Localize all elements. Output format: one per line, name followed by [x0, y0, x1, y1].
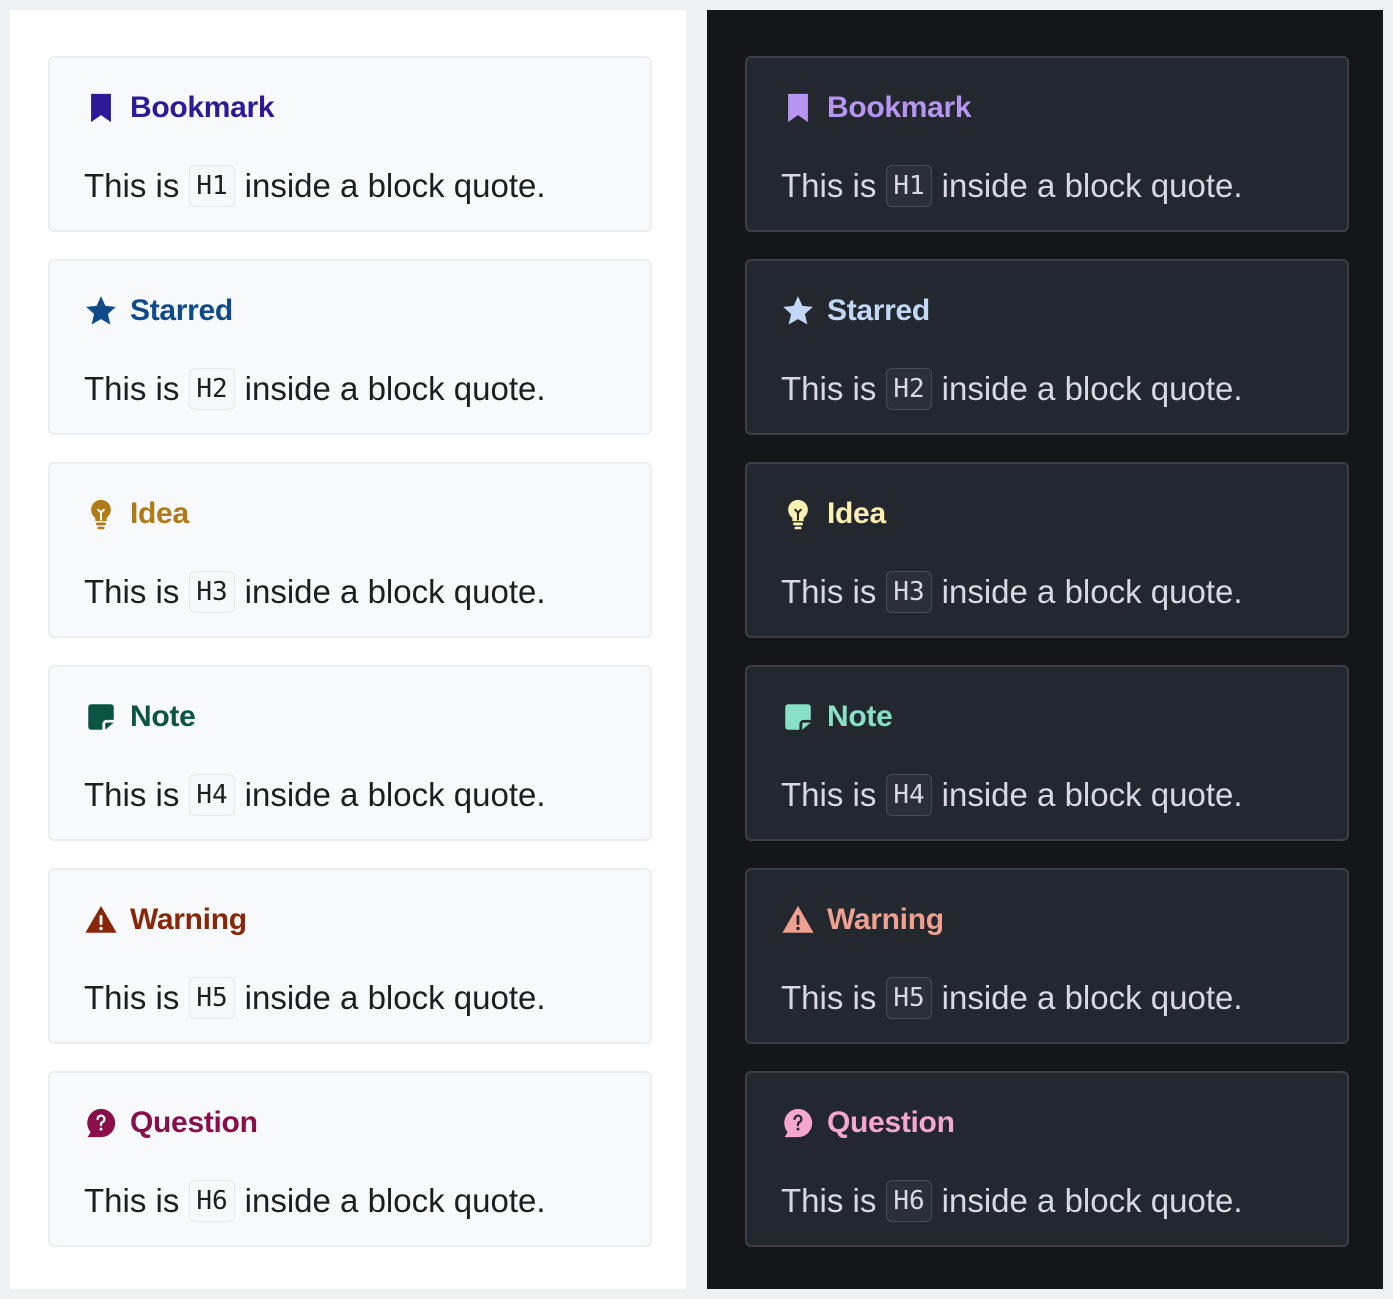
- callout-text-prefix: This is: [84, 776, 180, 813]
- callout-title: Warning: [827, 903, 944, 936]
- callout-body: This is H3 inside a block quote.: [84, 570, 546, 614]
- callout-text-suffix: inside a block quote.: [941, 1182, 1243, 1219]
- star-icon: [84, 294, 118, 328]
- callout-header: Note: [84, 697, 196, 737]
- callout-header: Bookmark: [781, 88, 972, 128]
- light-theme-panel: Bookmark This is H1 inside a block quote. …: [10, 10, 686, 1289]
- callout-text-suffix: inside a block quote.: [941, 573, 1243, 610]
- callout-title: Question: [827, 1106, 955, 1139]
- inline-code: H6: [886, 1180, 932, 1222]
- callout-text-suffix: inside a block quote.: [941, 370, 1243, 407]
- lightbulb-icon: [781, 497, 815, 531]
- callout-title: Starred: [130, 294, 233, 327]
- inline-code: H5: [189, 977, 235, 1019]
- callout-text-prefix: This is: [84, 1182, 180, 1219]
- callout-text-prefix: This is: [84, 370, 180, 407]
- callout-text-prefix: This is: [84, 573, 180, 610]
- warning-icon: [781, 903, 815, 937]
- sticky-note-icon: [781, 700, 815, 734]
- callout-question: Question This is H6 inside a block quote.: [48, 1071, 652, 1247]
- warning-icon: [84, 903, 118, 937]
- callout-body: This is H6 inside a block quote.: [781, 1179, 1243, 1223]
- callout-text-prefix: This is: [84, 167, 180, 204]
- callout-title: Idea: [827, 497, 886, 530]
- callout-title: Note: [130, 700, 196, 733]
- callout-text-suffix: inside a block quote.: [941, 167, 1243, 204]
- callout-header: Question: [84, 1103, 258, 1143]
- bookmark-icon: [781, 91, 815, 125]
- callout-text-prefix: This is: [781, 776, 877, 813]
- callout-text-suffix: inside a block quote.: [244, 167, 546, 204]
- callout-warning: Warning This is H5 inside a block quote.: [745, 868, 1349, 1044]
- inline-code: H4: [189, 774, 235, 816]
- callout-bookmark: Bookmark This is H1 inside a block quote.: [745, 56, 1349, 232]
- sticky-note-icon: [84, 700, 118, 734]
- callout-header: Bookmark: [84, 88, 275, 128]
- callout-text-suffix: inside a block quote.: [244, 979, 546, 1016]
- callout-title: Bookmark: [130, 91, 275, 124]
- callout-body: This is H5 inside a block quote.: [84, 976, 546, 1020]
- callout-text-suffix: inside a block quote.: [941, 776, 1243, 813]
- callout-body: This is H4 inside a block quote.: [84, 773, 546, 817]
- lightbulb-icon: [84, 497, 118, 531]
- inline-code: H3: [189, 571, 235, 613]
- callout-text-prefix: This is: [781, 573, 877, 610]
- callout-header: Warning: [781, 900, 944, 940]
- callout-text-prefix: This is: [781, 979, 877, 1016]
- callout-header: Idea: [781, 494, 886, 534]
- callout-body: This is H1 inside a block quote.: [781, 164, 1243, 208]
- callout-note: Note This is H4 inside a block quote.: [745, 665, 1349, 841]
- callout-warning: Warning This is H5 inside a block quote.: [48, 868, 652, 1044]
- callout-text-suffix: inside a block quote.: [244, 1182, 546, 1219]
- callout-body: This is H1 inside a block quote.: [84, 164, 546, 208]
- callout-title: Starred: [827, 294, 930, 327]
- bookmark-icon: [84, 91, 118, 125]
- callout-header: Starred: [781, 291, 930, 331]
- callout-header: Warning: [84, 900, 247, 940]
- callout-body: This is H3 inside a block quote.: [781, 570, 1243, 614]
- callout-title: Question: [130, 1106, 258, 1139]
- callout-title: Bookmark: [827, 91, 972, 124]
- inline-code: H2: [886, 368, 932, 410]
- callout-bookmark: Bookmark This is H1 inside a block quote.: [48, 56, 652, 232]
- inline-code: H3: [886, 571, 932, 613]
- callout-text-suffix: inside a block quote.: [244, 573, 546, 610]
- callout-title: Idea: [130, 497, 189, 530]
- callout-title: Note: [827, 700, 893, 733]
- question-bubble-icon: [781, 1106, 815, 1140]
- callout-text-prefix: This is: [781, 370, 877, 407]
- inline-code: H2: [189, 368, 235, 410]
- callout-header: Question: [781, 1103, 955, 1143]
- callout-header: Note: [781, 697, 893, 737]
- inline-code: H6: [189, 1180, 235, 1222]
- callout-text-prefix: This is: [781, 1182, 877, 1219]
- dark-theme-panel: Bookmark This is H1 inside a block quote. …: [707, 10, 1383, 1289]
- callout-body: This is H6 inside a block quote.: [84, 1179, 546, 1223]
- callout-body: This is H2 inside a block quote.: [84, 367, 546, 411]
- callout-header: Idea: [84, 494, 189, 534]
- star-icon: [781, 294, 815, 328]
- inline-code: H5: [886, 977, 932, 1019]
- callout-body: This is H4 inside a block quote.: [781, 773, 1243, 817]
- callout-starred: Starred This is H2 inside a block quote.: [745, 259, 1349, 435]
- inline-code: H1: [886, 165, 932, 207]
- callout-title: Warning: [130, 903, 247, 936]
- callout-question: Question This is H6 inside a block quote.: [745, 1071, 1349, 1247]
- callout-text-prefix: This is: [781, 167, 877, 204]
- callout-header: Starred: [84, 291, 233, 331]
- callout-text-suffix: inside a block quote.: [244, 776, 546, 813]
- inline-code: H4: [886, 774, 932, 816]
- question-bubble-icon: [84, 1106, 118, 1140]
- callout-text-suffix: inside a block quote.: [244, 370, 546, 407]
- callout-text-suffix: inside a block quote.: [941, 979, 1243, 1016]
- callout-body: This is H2 inside a block quote.: [781, 367, 1243, 411]
- callout-text-prefix: This is: [84, 979, 180, 1016]
- callout-idea: Idea This is H3 inside a block quote.: [48, 462, 652, 638]
- callout-body: This is H5 inside a block quote.: [781, 976, 1243, 1020]
- callout-note: Note This is H4 inside a block quote.: [48, 665, 652, 841]
- inline-code: H1: [189, 165, 235, 207]
- callout-starred: Starred This is H2 inside a block quote.: [48, 259, 652, 435]
- callout-idea: Idea This is H3 inside a block quote.: [745, 462, 1349, 638]
